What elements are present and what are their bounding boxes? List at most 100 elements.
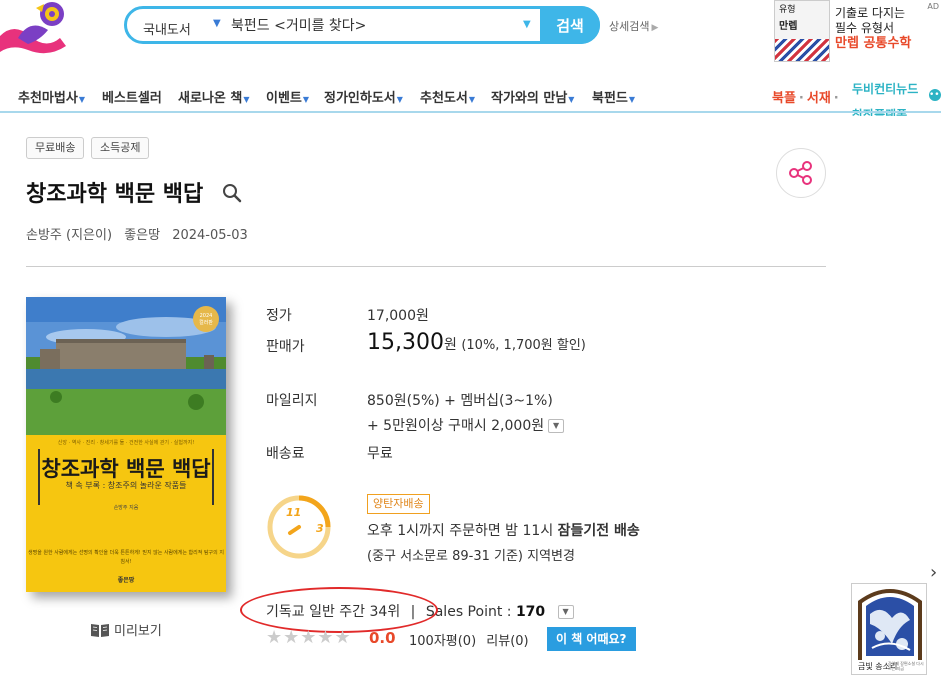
tag-tax-deduction: 소득공제 [91, 137, 150, 159]
share-button[interactable] [776, 148, 826, 198]
nav-item-recommend-wizard[interactable]: 추천마법사▼ [18, 87, 85, 106]
clock-icon: 11 3 [267, 495, 331, 559]
preview-label: 미리보기 [114, 624, 162, 639]
nav-label: 베스트셀러 [102, 91, 162, 106]
chevron-down-icon: ▼ [78, 95, 85, 104]
nav-item-events[interactable]: 이벤트▼ [266, 87, 309, 106]
chevron-right-icon[interactable]: › [930, 562, 937, 583]
ad-line1: 기출로 다지는 [835, 6, 906, 20]
nav-item-bestseller[interactable]: 베스트셀러 [102, 87, 162, 106]
ad-book-line2: 만렙 [779, 21, 798, 32]
sale-price: 15,300원 (10%, 1,700원 할인) [367, 330, 586, 355]
nav-label: 추천마법사 [18, 91, 78, 106]
book-cover[interactable]: 2024 컬러판 신앙 · 역사 · 진리 · 창세기를 둘 · 건전한 사실에… [26, 297, 226, 592]
cover-subtitle: 책 속 부록 : 창조주의 놀라운 작품들 [65, 481, 187, 490]
how-about-this-book-button[interactable]: 이 책 어때요? [547, 627, 636, 651]
sales-point-value: 170 [515, 604, 546, 620]
nav-label: 추천도서 [420, 91, 468, 106]
chevron-down-icon: ▼ [468, 95, 475, 104]
nav-item-new-books[interactable]: 새로나온 책▼ [178, 87, 249, 106]
ad-line2: 필수 유형서 [835, 21, 895, 35]
side-ad-sub: 강영제 장편소설 다시 쓰는 지금 [888, 661, 924, 671]
chevron-down-icon[interactable]: ▼ [557, 605, 574, 619]
nav-right-links: 북플 · 서재 · [772, 87, 842, 106]
tag-free-shipping: 무료배송 [26, 137, 85, 159]
nav-item-price-drop[interactable]: 정가인하도서▼ [324, 87, 403, 106]
delivery-line1-bold: 잠들기전 배송 [557, 523, 640, 539]
header-divider [26, 266, 826, 267]
chevron-down-icon: ▼ [243, 95, 250, 104]
cover-publisher: 좋은땅 [117, 577, 135, 584]
sale-price-label: 판매가 [266, 339, 305, 355]
separator: · [798, 91, 804, 106]
chevron-right-icon: ▶ [651, 23, 659, 33]
sales-point-label: Sales Point : [425, 604, 516, 620]
search-dropdown-icon[interactable]: ▼ [523, 19, 531, 30]
search-category-select[interactable]: 국내도서 [143, 19, 191, 38]
cover-title: 창조과학 백문 백답 [41, 457, 211, 481]
mileage-value: 850원(5%) + 멤버십(3~1%) [367, 393, 553, 409]
nav-label: 작가와의 만남 [491, 91, 568, 106]
publisher-link[interactable]: 좋은땅 [124, 228, 160, 243]
ad-book-stripe [775, 39, 829, 61]
cover-slogan: 신앙 · 역사 · 진리 · 창세기를 둘 · 건전한 사실에 관기 · 실험까… [57, 440, 195, 446]
shipping-value: 무료 [367, 446, 393, 462]
chevron-down-icon: ▼ [628, 95, 636, 104]
share-icon [789, 161, 812, 185]
rating-value: 0.0 [369, 629, 396, 647]
nav-item-recommended[interactable]: 추천도서▼ [420, 87, 475, 106]
nav-ticker[interactable]: 두비컨티뉴드 창작플랫폼 [852, 76, 932, 116]
nav-label: 정가인하도서 [324, 91, 396, 106]
site-logo[interactable] [0, 0, 72, 58]
ad-banner[interactable]: 기출로 다지는 필수 유형서 만렙 공통수학 [835, 6, 911, 51]
advanced-search-label: 상세검색 [609, 20, 650, 33]
ad-badge: AD [927, 2, 939, 11]
chevron-down-icon: ▼ [302, 95, 310, 104]
lamp-logo-icon [0, 2, 66, 54]
delivery-badge: 양탄자배송 [367, 494, 430, 514]
nav-item-bookfund[interactable]: 북펀드▼ [592, 87, 635, 106]
chevron-down-icon[interactable]: ▼ [213, 18, 221, 29]
publish-date: 2024-05-03 [172, 228, 248, 243]
search-input[interactable] [231, 14, 521, 36]
short-review-link[interactable]: 100자평(0) [409, 634, 476, 649]
ticker-item: 창작플랫폼 [852, 102, 932, 116]
sale-price-unit: 원 [443, 337, 457, 353]
ad-book-line1: 유형 [779, 5, 796, 15]
delivery-line1: 오후 1시까지 주문하면 밤 11시 잠들기전 배송 [367, 520, 640, 540]
review-link[interactable]: 리뷰(0) [486, 634, 528, 649]
chevron-down-icon: ▼ [396, 95, 403, 104]
list-price-label: 정가 [266, 308, 292, 324]
delivery-line2[interactable]: (중구 서소문로 89-31 기준) 지역변경 [367, 545, 575, 564]
search-icon[interactable] [222, 183, 242, 203]
review-links: 100자평(0) 리뷰(0) [409, 630, 529, 649]
preview-button[interactable]: 미리보기 [90, 620, 162, 639]
nav-label: 새로나온 책 [178, 91, 243, 106]
sale-discount: (10%, 1,700원 할인) [461, 338, 586, 353]
sale-price-value: 15,300 [367, 330, 444, 355]
separator: · [833, 91, 839, 106]
side-ad-banner[interactable]: 금빛 송소리 강영제 장편소설 다시 쓰는 지금 [851, 583, 927, 675]
mileage-label: 마일리지 [266, 393, 318, 409]
chevron-down-icon[interactable]: ▼ [548, 419, 565, 433]
search-button[interactable]: 검색 [540, 6, 600, 44]
advanced-search-link[interactable]: 상세검색 ▶ [609, 18, 658, 34]
cover-photo: 2024 컬러판 [26, 297, 226, 435]
author-link[interactable]: 손방주 (지은이) [26, 228, 112, 243]
nav-item-author-meet[interactable]: 작가와의 만남▼ [491, 87, 574, 106]
nav-label: 이벤트 [266, 91, 302, 106]
clock-left-number: 11 [286, 506, 301, 519]
nav-link-bookple[interactable]: 북플 [772, 91, 796, 106]
nav-label: 북펀드 [592, 91, 628, 106]
shipping-label: 배송료 [266, 446, 305, 462]
nav-link-library[interactable]: 서재 [807, 91, 831, 106]
book-meta: 손방주 (지은이) 좋은땅 2024-05-03 [26, 224, 256, 243]
mileage-extra: + 5만원이상 구매시 2,000원 ▼ [367, 415, 565, 435]
main-nav: 추천마법사▼ 베스트셀러 새로나온 책▼ 이벤트▼ 정가인하도서▼ 추천도서▼ … [0, 82, 941, 116]
cover-blurb: 생명을 원한 사람에게는 선명의 확인을 더욱 튼튼하게! 믿지 않는 사람에게… [28, 550, 224, 565]
ad-book-image[interactable]: 유형 만렙 [774, 0, 830, 62]
clock-right-number: 3 [316, 522, 324, 535]
more-icon[interactable]: ••• [929, 89, 941, 101]
page-title: 창조과학 백문 백답 [26, 182, 204, 207]
cover-badge-year: 2024 [200, 313, 213, 319]
